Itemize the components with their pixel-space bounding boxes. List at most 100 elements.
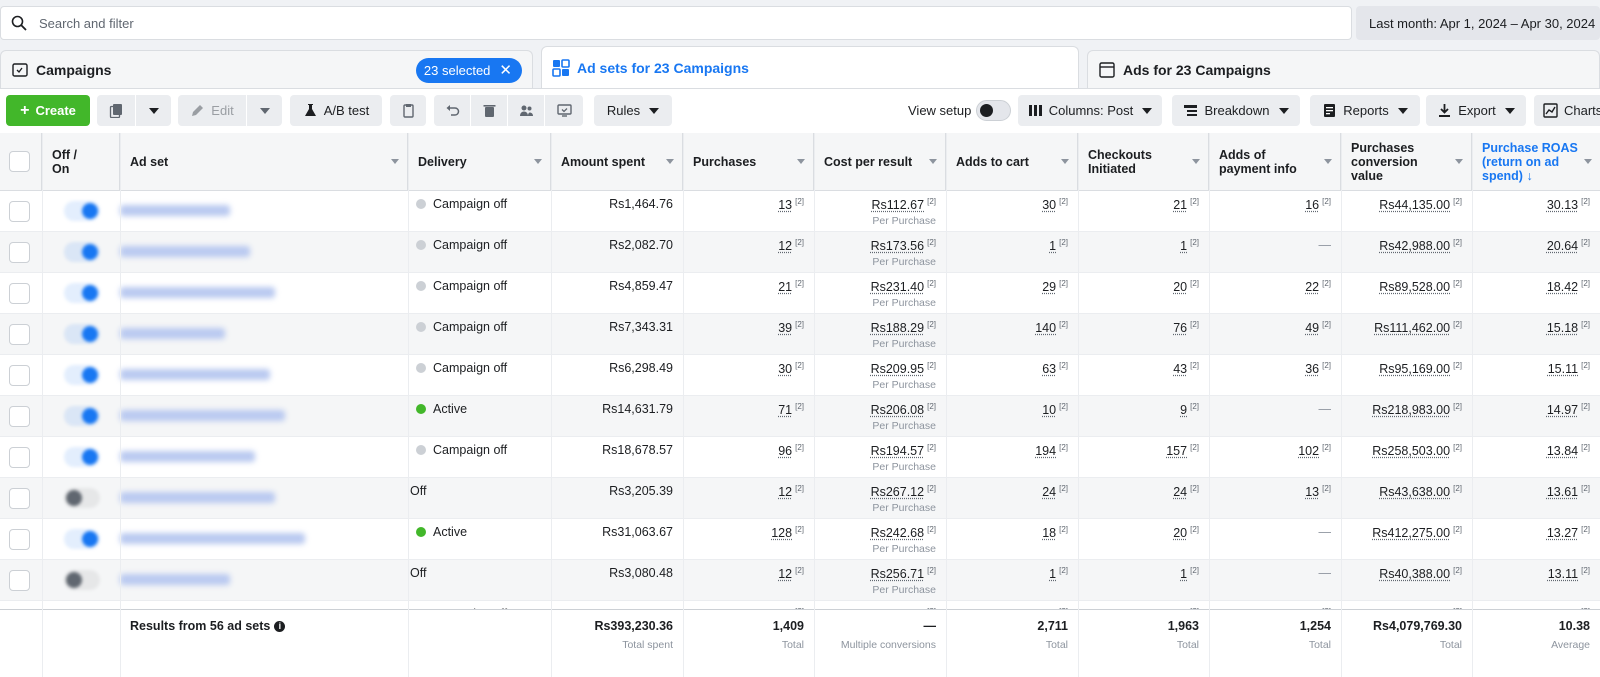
cell-value[interactable]: 22	[1305, 280, 1319, 294]
ad-set-name-redacted[interactable]	[120, 451, 255, 462]
cell-value[interactable]: Rs42,988.00	[1379, 239, 1450, 253]
row-checkbox[interactable]	[9, 570, 30, 591]
cell-value[interactable]: 21	[1173, 198, 1187, 212]
ad-set-name-redacted[interactable]	[120, 533, 305, 544]
cell-value[interactable]: Rs188.29	[871, 321, 925, 335]
cell-value[interactable]: Rs412,275.00	[1372, 526, 1450, 540]
cell-value[interactable]: 13.61	[1547, 485, 1578, 499]
undo-button[interactable]	[434, 95, 470, 126]
header-amount-spent[interactable]: Amount spent	[551, 133, 683, 191]
reports-button[interactable]: Reports	[1310, 95, 1420, 126]
cell-value[interactable]: 194	[1035, 444, 1056, 458]
cell-value[interactable]: 102	[1298, 444, 1319, 458]
create-button[interactable]: + Create	[6, 95, 90, 126]
row-on-off-toggle[interactable]	[64, 406, 100, 426]
header-conversion-value[interactable]: Purchases conversion value	[1341, 133, 1472, 191]
row-on-off-toggle[interactable]	[64, 324, 100, 344]
ad-set-name-redacted[interactable]	[120, 246, 250, 257]
rules-button[interactable]: Rules	[594, 95, 672, 126]
cell-value[interactable]: Rs209.95	[871, 362, 925, 376]
header-adds-payment[interactable]: Adds of payment info	[1209, 133, 1341, 191]
cell-value[interactable]: 13	[778, 198, 792, 212]
cell-value[interactable]: Rs258,503.00	[1372, 444, 1450, 458]
row-on-off-toggle[interactable]	[64, 488, 100, 508]
cell-value[interactable]: 12	[778, 567, 792, 581]
row-checkbox[interactable]	[9, 242, 30, 263]
cell-value[interactable]: Rs206.08	[871, 403, 925, 417]
cell-value[interactable]: 13.27	[1547, 526, 1578, 540]
selected-chip[interactable]: 23 selected ✕	[415, 58, 522, 83]
cell-value[interactable]: 18	[1042, 526, 1056, 540]
select-all-checkbox[interactable]	[9, 151, 30, 172]
cell-value[interactable]: 12	[778, 485, 792, 499]
cell-value[interactable]: 63	[1042, 362, 1056, 376]
cell-value[interactable]: 96	[778, 444, 792, 458]
cell-value[interactable]: 76	[1173, 321, 1187, 335]
charts-button[interactable]: Charts	[1534, 95, 1600, 126]
table-row[interactable]: Active Rs14,631.79 71 [2] Rs206.08 [2] Per Pur…	[0, 396, 1600, 437]
cell-value[interactable]: 13	[1305, 485, 1319, 499]
cell-value[interactable]: Rs89,528.00	[1379, 280, 1450, 294]
row-checkbox[interactable]	[9, 529, 30, 550]
date-range-picker[interactable]: Last month: Apr 1, 2024 – Apr 30, 2024	[1356, 6, 1600, 40]
header-checkouts[interactable]: Checkouts Initiated	[1078, 133, 1209, 191]
close-icon[interactable]: ✕	[499, 63, 512, 78]
cell-value[interactable]: 1	[1049, 239, 1056, 253]
header-delivery[interactable]: Delivery	[408, 133, 551, 191]
table-row[interactable]: Off Rs3,080.48 12 [2] Rs256.71 [2] Per Purchas…	[0, 560, 1600, 601]
cell-value[interactable]: 128	[771, 526, 792, 540]
cell-value[interactable]: Rs44,135.00	[1379, 198, 1450, 212]
cell-value[interactable]: 15.11	[1548, 362, 1578, 376]
cell-value[interactable]: 36	[1305, 362, 1319, 376]
cell-value[interactable]: 49	[1305, 321, 1319, 335]
ad-set-name-redacted[interactable]	[120, 205, 230, 216]
duplicate-button[interactable]	[97, 95, 135, 126]
table-row[interactable]: Campaign off Rs7,343.31 39 [2] Rs188.29 [2] Pe…	[0, 314, 1600, 355]
cell-value[interactable]: 71	[778, 403, 792, 417]
edit-button[interactable]: Edit	[178, 95, 246, 126]
ad-set-name-redacted[interactable]	[120, 287, 275, 298]
cell-value[interactable]: Rs95,169.00	[1379, 362, 1450, 376]
ad-set-name-redacted[interactable]	[120, 492, 275, 503]
cell-value[interactable]: 30	[1042, 198, 1056, 212]
table-row[interactable]: Campaign off Rs2,082.70 12 [2] Rs173.56 [2] Pe…	[0, 232, 1600, 273]
cell-value[interactable]: 21	[778, 280, 792, 294]
cell-value[interactable]: 39	[778, 321, 792, 335]
audience-button[interactable]	[508, 95, 544, 126]
row-checkbox[interactable]	[9, 365, 30, 386]
cell-value[interactable]: 24	[1042, 485, 1056, 499]
row-on-off-toggle[interactable]	[64, 447, 100, 467]
breakdown-button[interactable]: Breakdown	[1172, 95, 1300, 126]
header-off-on[interactable]: Off / On	[42, 133, 120, 191]
row-checkbox[interactable]	[9, 201, 30, 222]
edit-menu-button[interactable]	[247, 95, 282, 126]
ab-test-button[interactable]: A/B test	[290, 95, 382, 126]
row-checkbox[interactable]	[9, 324, 30, 345]
cell-value[interactable]: 30	[778, 362, 792, 376]
table-row[interactable]: Campaign off Rs18,678.57 96 [2] Rs194.57 [2] P…	[0, 437, 1600, 478]
cell-value[interactable]: Rs111,462.00	[1374, 321, 1450, 335]
table-row[interactable]: Campaign off Rs4,859.47 21 [2] Rs231.40 [2] Pe…	[0, 273, 1600, 314]
duplicate-menu-button[interactable]	[136, 95, 171, 126]
delete-button[interactable]	[471, 95, 507, 126]
search-input[interactable]: Search and filter	[0, 6, 1352, 40]
table-row[interactable]: Active Rs31,063.67 128 [2] Rs242.68 [2] Per Pu…	[0, 519, 1600, 560]
row-on-off-toggle[interactable]	[64, 365, 100, 385]
cell-value[interactable]: 30.13	[1547, 198, 1578, 212]
row-checkbox[interactable]	[9, 406, 30, 427]
row-checkbox[interactable]	[9, 488, 30, 509]
cell-value[interactable]: Rs218,983.00	[1372, 403, 1450, 417]
row-checkbox[interactable]	[9, 447, 30, 468]
cell-value[interactable]: 43	[1173, 362, 1187, 376]
cell-value[interactable]: 18.42	[1547, 280, 1578, 294]
row-checkbox[interactable]	[9, 283, 30, 304]
header-purchases[interactable]: Purchases	[683, 133, 814, 191]
row-on-off-toggle[interactable]	[64, 201, 100, 221]
cell-value[interactable]: Rs112.67	[872, 198, 925, 212]
row-on-off-toggle[interactable]	[64, 242, 100, 262]
cell-value[interactable]: 157	[1166, 444, 1187, 458]
cell-value[interactable]: 1	[1180, 567, 1187, 581]
table-row[interactable]: Campaign off Rs6,298.49 30 [2] Rs209.95 [2] Pe…	[0, 355, 1600, 396]
cell-value[interactable]: Rs40,388.00	[1379, 567, 1450, 581]
table-row[interactable]: Campaign off Rs1,464.76 13 [2] Rs112.67 [2] Pe…	[0, 191, 1600, 232]
